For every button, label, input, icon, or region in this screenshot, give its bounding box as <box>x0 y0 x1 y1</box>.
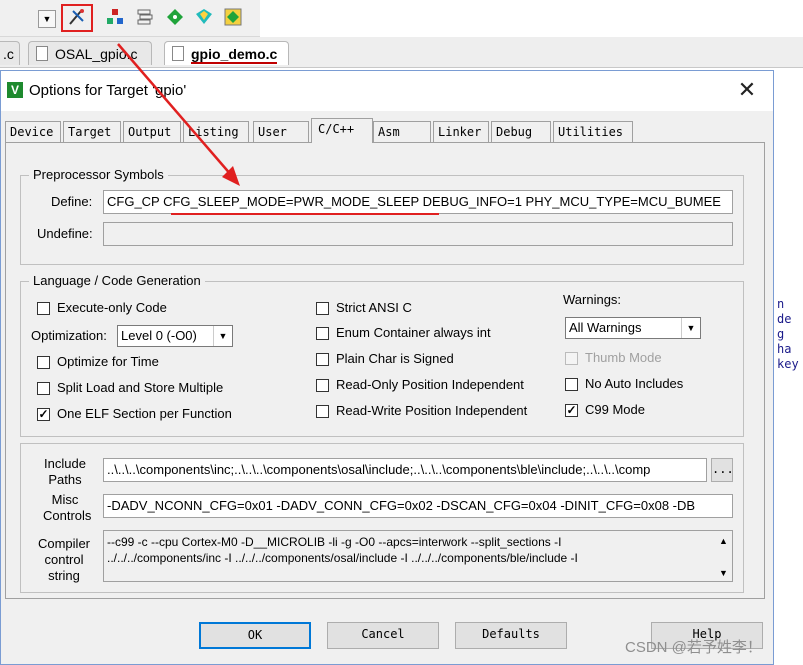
watermark: CSDN @若予姓李！ <box>625 639 762 656</box>
tab-c-cpp[interactable]: C/C++ <box>311 118 373 143</box>
annotation-arrow <box>117 43 240 186</box>
